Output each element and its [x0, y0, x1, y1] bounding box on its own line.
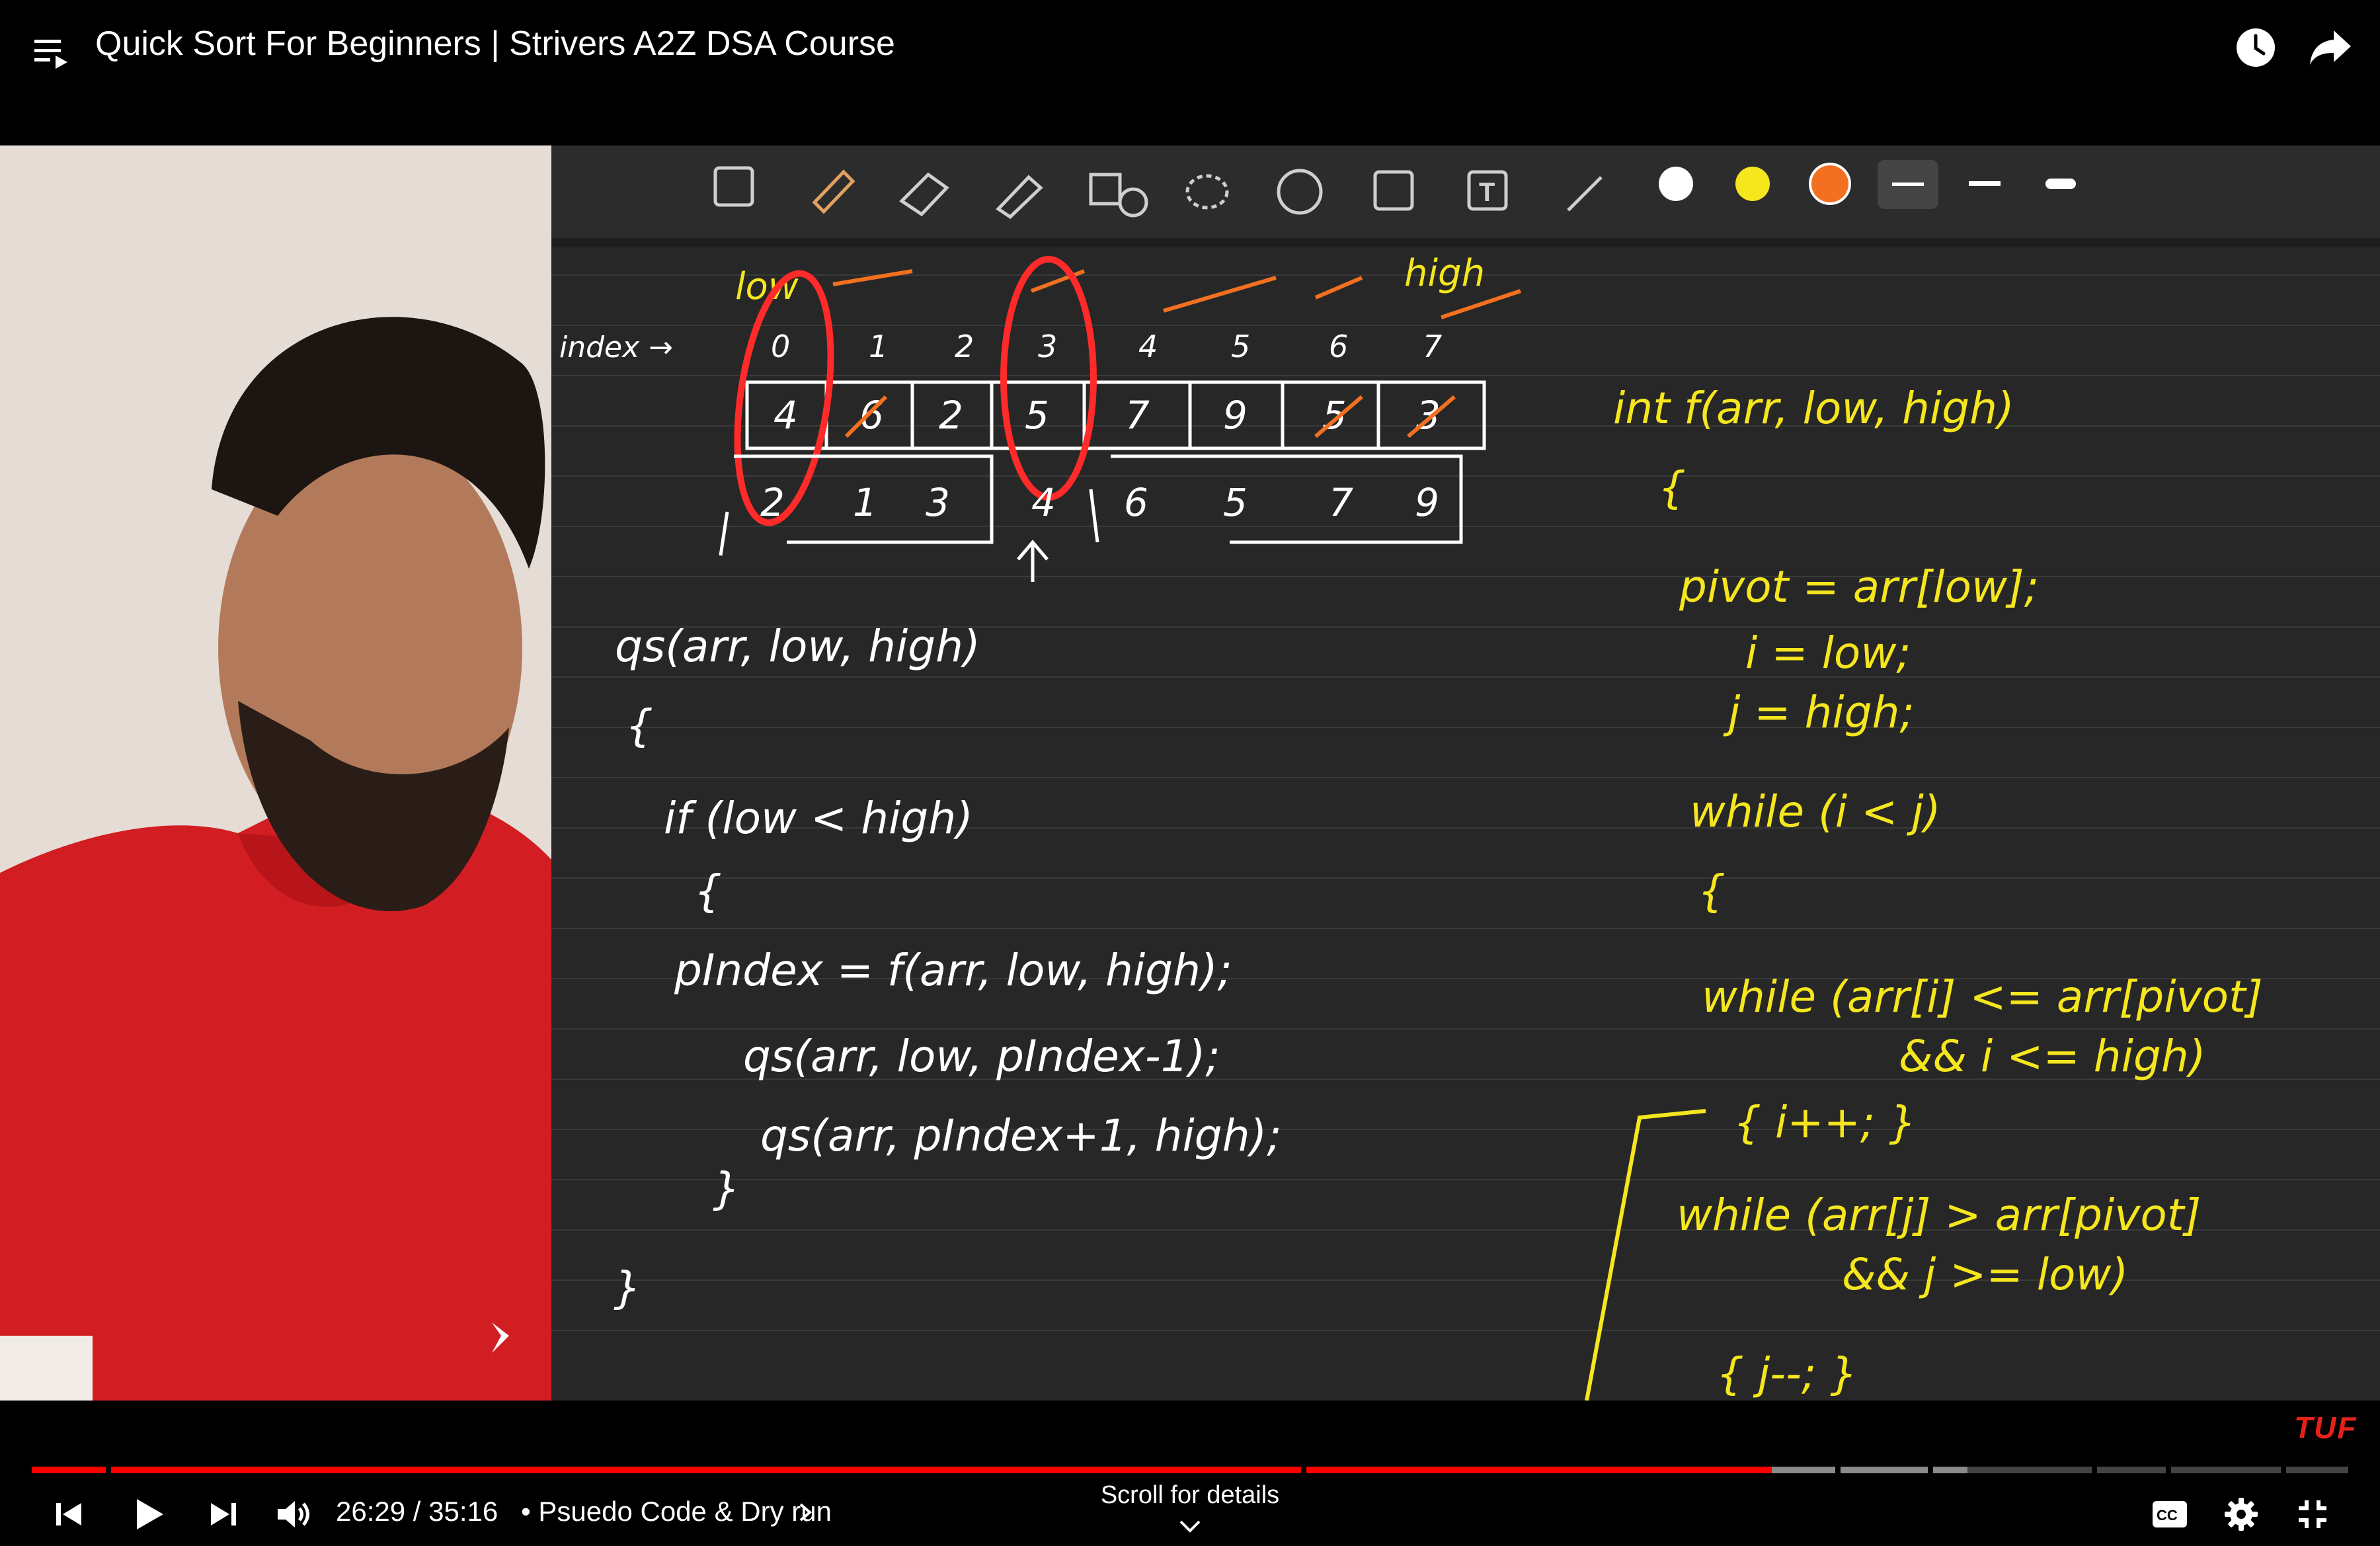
previous-icon — [56, 1503, 81, 1526]
svg-text:CC: CC — [2157, 1507, 2178, 1524]
svg-text:6: 6 — [1124, 480, 1148, 525]
svg-text:2: 2 — [760, 480, 785, 525]
settings-button[interactable] — [2215, 1488, 2268, 1541]
video-still: T index → 012 345 67 low high 4 6 2 5 7 … — [0, 145, 2380, 1401]
svg-text:4: 4 — [1138, 329, 1158, 364]
exit-fullscreen-icon — [2299, 1500, 2326, 1528]
share-icon[interactable] — [2307, 26, 2354, 69]
svg-text:&& i <= high): && i <= high) — [1899, 1031, 2205, 1082]
svg-text:2: 2 — [955, 329, 974, 364]
svg-text:j = high;: j = high; — [1723, 687, 1915, 738]
captions-icon: CC — [2153, 1501, 2187, 1527]
chapter-gap — [2281, 1467, 2286, 1473]
svg-text:5: 5 — [1223, 480, 1248, 525]
scroll-for-details[interactable]: Scroll for details — [1005, 1481, 1375, 1510]
svg-text:7: 7 — [1125, 393, 1150, 438]
chapter-gap — [106, 1467, 111, 1473]
volume-icon — [278, 1501, 309, 1527]
svg-text:qs(arr, low, pIndex-1);: qs(arr, low, pIndex-1); — [743, 1031, 1220, 1082]
svg-text:&& j >= low): && j >= low) — [1842, 1249, 2128, 1300]
svg-text:4: 4 — [1031, 480, 1056, 525]
svg-text:6: 6 — [1329, 329, 1348, 364]
chapter-gap — [1835, 1467, 1841, 1473]
captions-button[interactable]: CC — [2143, 1488, 2196, 1541]
color-white-swatch — [1659, 167, 1693, 201]
index-label: index → — [559, 331, 673, 364]
color-orange-swatch — [1809, 163, 1851, 205]
video-frame[interactable]: T index → 012 345 67 low high 4 6 2 5 7 … — [0, 145, 2380, 1401]
svg-text:3: 3 — [1416, 393, 1441, 438]
exit-fullscreen-button[interactable] — [2286, 1488, 2339, 1541]
svg-text:{: { — [694, 866, 722, 916]
svg-text:i = low;: i = low; — [1745, 628, 1911, 678]
chapter-gap — [2092, 1467, 2097, 1473]
svg-text:9: 9 — [1223, 393, 1248, 438]
svg-text:0: 0 — [771, 329, 790, 364]
svg-text:7: 7 — [1329, 480, 1353, 525]
next-button[interactable] — [197, 1488, 250, 1541]
svg-text:int f(arr, low, high): int f(arr, low, high) — [1613, 383, 2014, 434]
player-top-bar: Quick Sort For Beginners | Strivers A2Z … — [0, 0, 2380, 145]
chevron-down-icon[interactable] — [1178, 1518, 1202, 1534]
progress-bar[interactable] — [32, 1467, 2348, 1473]
play-icon — [137, 1499, 163, 1529]
svg-text:{: { — [1698, 866, 1726, 916]
chapter-label: Psuedo Code & Dry run — [538, 1496, 832, 1527]
svg-text:qs(arr, low, high): qs(arr, low, high) — [615, 621, 980, 672]
svg-text:T: T — [1479, 178, 1495, 207]
svg-text:9: 9 — [1415, 480, 1439, 525]
controls-row: 26:29 / 35:16 • Psuedo Code & Dry run Sc… — [0, 1481, 2380, 1541]
svg-text:4: 4 — [774, 393, 798, 438]
svg-text:{ j--; }: { j--; } — [1716, 1348, 1858, 1399]
stroke-thick — [2045, 179, 2076, 189]
playlist-icon[interactable] — [32, 32, 74, 71]
svg-text:pivot = arr[low];: pivot = arr[low]; — [1679, 561, 2039, 612]
svg-text:7: 7 — [1423, 329, 1442, 364]
svg-text:while (arr[i] <= arr[pivot]: while (arr[i] <= arr[pivot] — [1702, 971, 2263, 1022]
svg-text:6: 6 — [859, 393, 884, 438]
channel-watermark: TUF — [2294, 1410, 2358, 1445]
watch-later-icon[interactable] — [2235, 26, 2277, 69]
chapter-separator: • — [521, 1496, 531, 1527]
previous-button[interactable] — [42, 1488, 95, 1541]
play-button[interactable] — [122, 1488, 175, 1541]
svg-text:if (low < high): if (low < high) — [664, 793, 973, 844]
progress-played — [32, 1467, 1772, 1473]
svg-text:1: 1 — [853, 480, 877, 525]
next-icon — [211, 1503, 236, 1526]
svg-text:while (i < j): while (i < j) — [1690, 786, 1941, 837]
chapter-title[interactable]: • Psuedo Code & Dry run — [521, 1496, 832, 1527]
chapter-gap — [2166, 1467, 2171, 1473]
svg-text:pIndex = f(arr, low, high);: pIndex = f(arr, low, high); — [674, 945, 1232, 996]
svg-text:3: 3 — [926, 480, 950, 525]
svg-text:{ i++; }: { i++; } — [1733, 1097, 1917, 1148]
svg-text:while (arr[j] > arr[pivot]: while (arr[j] > arr[pivot] — [1677, 1190, 2201, 1241]
svg-text:5: 5 — [1025, 393, 1049, 438]
color-yellow-swatch — [1735, 167, 1770, 201]
svg-text:qs(arr, pIndex+1, high);: qs(arr, pIndex+1, high); — [760, 1110, 1282, 1161]
chapter-gap — [1928, 1467, 1933, 1473]
svg-text:high: high — [1404, 252, 1485, 295]
svg-text:5: 5 — [1231, 329, 1250, 364]
svg-text:1: 1 — [869, 329, 888, 364]
svg-text:}: } — [614, 1262, 641, 1313]
svg-text:{: { — [1658, 462, 1686, 513]
volume-button[interactable] — [267, 1488, 320, 1541]
video-title[interactable]: Quick Sort For Beginners | Strivers A2Z … — [95, 24, 895, 63]
svg-text:}: } — [713, 1163, 740, 1214]
time-display: 26:29 / 35:16 — [336, 1496, 498, 1527]
svg-text:{: { — [625, 700, 653, 751]
chapter-gap — [1301, 1467, 1306, 1473]
stroke-medium — [1969, 181, 2001, 186]
svg-text:2: 2 — [939, 393, 963, 438]
chevron-right-icon[interactable] — [797, 1502, 813, 1522]
gear-icon — [2225, 1498, 2258, 1531]
svg-text:3: 3 — [1038, 329, 1057, 364]
